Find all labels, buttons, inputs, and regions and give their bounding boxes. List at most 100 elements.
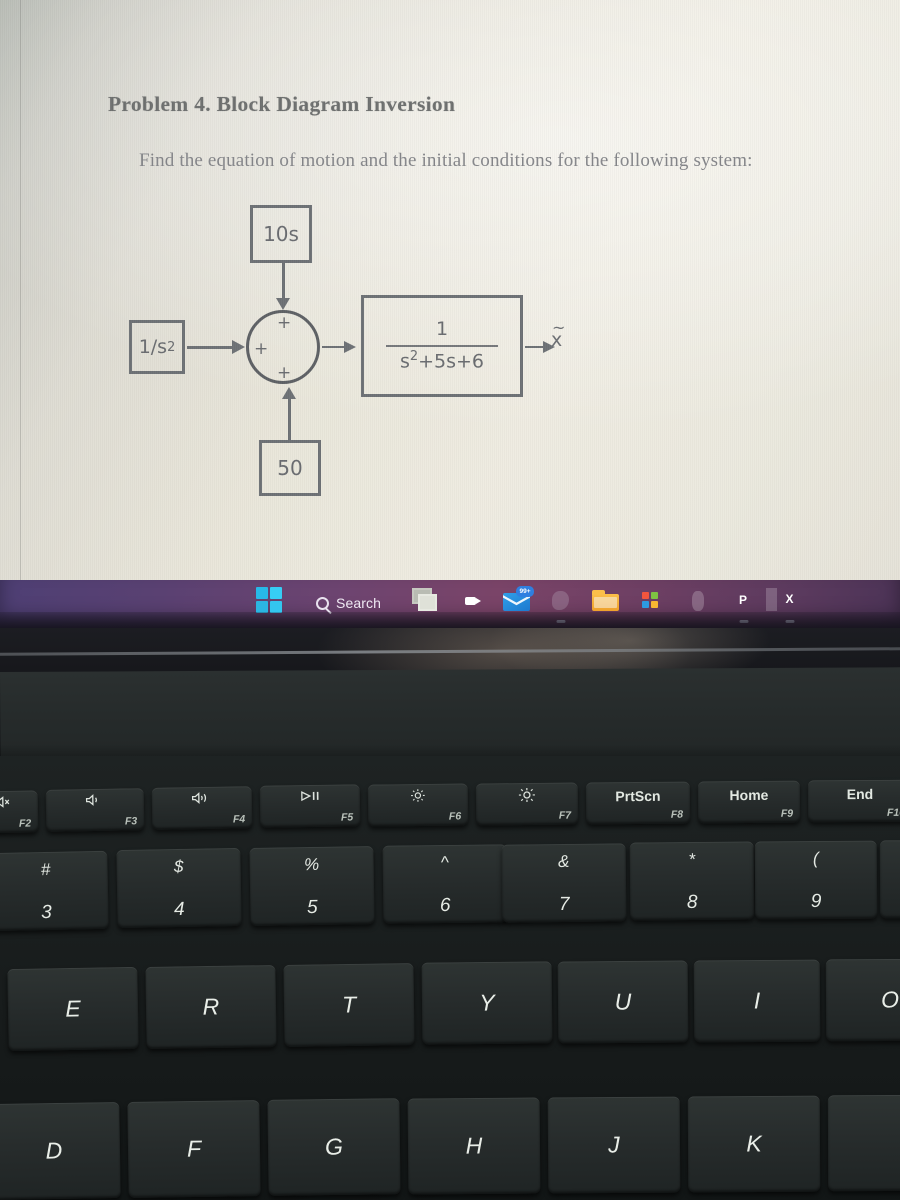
key-t[interactable]: T (283, 963, 415, 1047)
key-y[interactable]: Y (421, 961, 553, 1045)
key-f9-label: Home (729, 786, 769, 804)
key-f[interactable]: F (127, 1100, 261, 1198)
mail-icon[interactable]: 99+ (503, 586, 534, 614)
edge-icon[interactable] (548, 588, 574, 614)
key-d[interactable]: D (0, 1101, 121, 1200)
key-d-label: D (45, 1137, 63, 1164)
block-50: 50 (259, 440, 321, 496)
key-f3-fn-label: F3 (124, 815, 138, 828)
key-9-shift-label: ( (812, 848, 819, 869)
key-f8-label: PrtScn (615, 787, 661, 805)
key-j-label: J (608, 1131, 620, 1158)
denominator-exponent: 2 (409, 349, 419, 365)
key-5-label: 5 (306, 896, 318, 919)
key-f4[interactable]: F4 (151, 786, 253, 830)
key-f10-fn-label: F10 (886, 806, 900, 819)
key-f2-fn-label: F2 (18, 817, 32, 830)
key-f7-fn-label: F7 (558, 809, 572, 822)
key-f4-fn-label: F4 (232, 813, 246, 826)
block-10s: 10s (250, 205, 312, 263)
excel-icon[interactable]: X (777, 588, 803, 614)
block-1-over-s-squared-label: 1/s (138, 336, 168, 358)
key-f3[interactable]: F3 (45, 788, 145, 832)
key-g-label: G (324, 1133, 344, 1160)
key-0[interactable] (879, 839, 900, 919)
key-j[interactable]: J (547, 1096, 681, 1194)
file-explorer-icon[interactable] (592, 588, 619, 614)
search-placeholder-label: Search (336, 595, 381, 611)
key-f10-label: End (846, 785, 874, 803)
key-f5[interactable]: F5 (259, 784, 361, 828)
key-8[interactable]: * 8 (629, 841, 755, 921)
key-3-label: 3 (40, 901, 52, 924)
output-tilde-accent: ~ (552, 318, 566, 337)
arrowhead-input (232, 340, 245, 354)
arrow-line-input (187, 346, 235, 349)
key-h[interactable]: H (407, 1097, 541, 1195)
key-u[interactable]: U (557, 960, 689, 1044)
key-f7[interactable]: F7 (475, 782, 579, 826)
arrow-line-top (282, 263, 285, 301)
brightness-down-icon (368, 787, 468, 807)
block-diagram: 10s 1/s 2 + + + 50 1 s2+5s+6 ~ x (0, 195, 620, 525)
key-5-shift-label: % (303, 854, 320, 875)
key-r[interactable]: R (145, 964, 277, 1050)
key-g[interactable]: G (267, 1098, 401, 1196)
key-7[interactable]: & 7 (501, 843, 627, 923)
laptop-screen: Problem 4. Block Diagram Inversion Find … (0, 0, 900, 580)
key-4[interactable]: $ 4 (116, 847, 242, 929)
key-f2[interactable]: F2 (0, 790, 39, 834)
key-3[interactable]: # 3 (0, 850, 109, 932)
arrowhead-bottom (282, 387, 296, 399)
mail-badge: 99+ (516, 586, 534, 597)
volume-down-icon (46, 792, 144, 812)
sum-sign-left: + (254, 339, 269, 359)
arrowhead-mid (344, 341, 356, 353)
screenshot-root: Problem 4. Block Diagram Inversion Find … (0, 0, 900, 1200)
page-title: Problem 4. Block Diagram Inversion (108, 92, 456, 116)
denominator-rest: +5s+6 (418, 350, 485, 373)
key-k[interactable]: K (687, 1095, 821, 1193)
key-l[interactable] (827, 1094, 900, 1192)
powerpoint-icon[interactable]: P (731, 588, 757, 614)
mute-icon (0, 794, 38, 813)
key-4-shift-label: $ (173, 856, 184, 877)
key-i-label: I (753, 987, 761, 1014)
transfer-numerator: 1 (435, 318, 449, 341)
key-3-shift-label: # (40, 859, 51, 880)
key-f8[interactable]: PrtScn F8 (585, 781, 691, 825)
brightness-up-icon (476, 786, 578, 807)
microsoft-store-icon[interactable] (638, 588, 664, 614)
key-6[interactable]: ^ 6 (382, 844, 508, 924)
key-f6-fn-label: F6 (448, 810, 462, 823)
denominator-base: s (399, 350, 410, 373)
windows-taskbar: Search 99+ P X (0, 580, 900, 628)
key-o[interactable]: O (825, 958, 900, 1042)
key-f9-fn-label: F9 (780, 807, 794, 820)
video-call-icon[interactable] (459, 588, 485, 614)
key-f-label: F (186, 1135, 202, 1162)
key-k-label: K (746, 1130, 762, 1157)
key-f6[interactable]: F6 (367, 783, 469, 827)
arrowhead-top (276, 298, 290, 310)
key-r-label: R (202, 993, 220, 1020)
laptop-keyboard: F2 F3 F4 F5 F6 F7 PrtScn F8 Home F9 End … (0, 756, 900, 1200)
key-o-label: O (880, 986, 900, 1013)
transfer-denominator: s2+5s+6 (399, 349, 485, 373)
key-f10[interactable]: End F10 (807, 779, 900, 823)
windows-start-icon[interactable] (256, 587, 282, 613)
key-5[interactable]: % 5 (249, 846, 375, 926)
office-icon[interactable] (684, 588, 710, 614)
search-input[interactable]: Search (316, 590, 381, 616)
key-t-label: T (341, 991, 357, 1018)
search-icon (316, 596, 329, 610)
key-e[interactable]: E (7, 966, 139, 1052)
key-f9[interactable]: Home F9 (697, 780, 801, 824)
output-label: ~ x (551, 318, 565, 351)
task-view-icon[interactable] (412, 588, 438, 614)
key-9[interactable]: ( 9 (754, 840, 878, 920)
key-i[interactable]: I (693, 959, 821, 1043)
key-e-label: E (65, 995, 81, 1022)
key-6-shift-label: ^ (440, 852, 449, 873)
problem-prompt: Find the equation of motion and the init… (139, 150, 753, 171)
